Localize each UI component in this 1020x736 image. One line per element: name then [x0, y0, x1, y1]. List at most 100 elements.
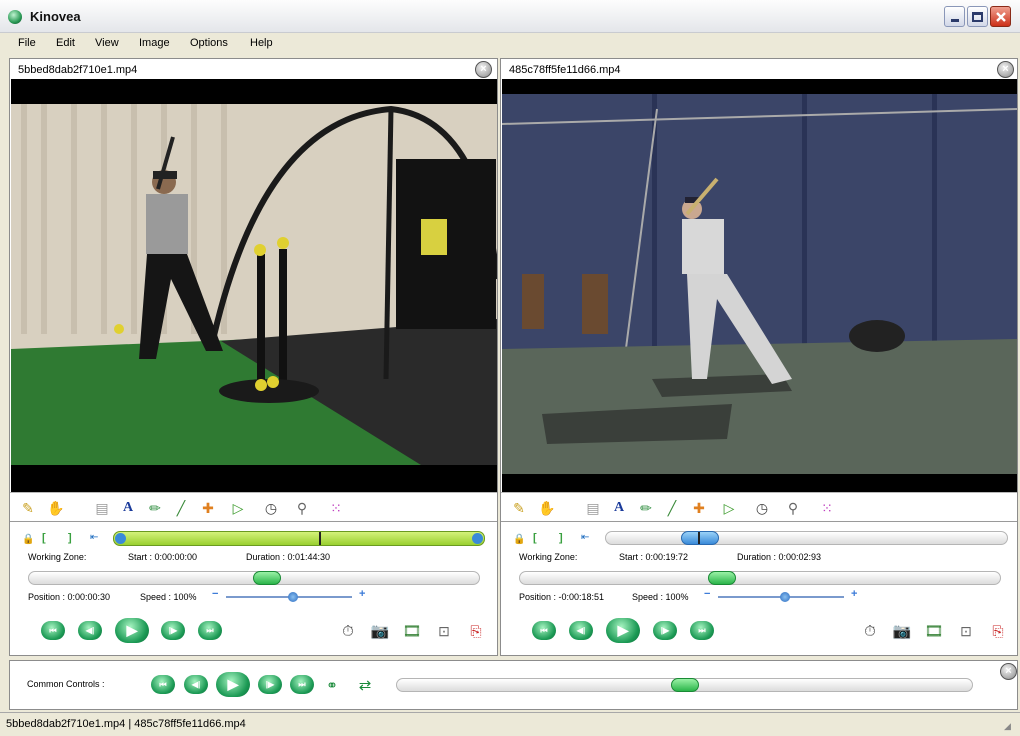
lock-icon[interactable]: 🔒 — [513, 534, 525, 545]
snapshot-button[interactable]: 📷 — [892, 621, 912, 641]
cross-tool-button[interactable]: ✚ — [691, 500, 707, 516]
speed-increase-button[interactable]: + — [851, 588, 857, 600]
set-zone-start-button[interactable]: [ — [533, 532, 537, 544]
chrono-tool-button[interactable]: ◷ — [263, 500, 279, 516]
menu-help[interactable]: Help — [250, 37, 273, 49]
magnifier-tool-button[interactable]: ⚲ — [785, 500, 801, 516]
last-frame-button[interactable]: ⏭ — [690, 621, 714, 640]
presentation-button[interactable]: ⊡ — [434, 621, 454, 641]
chrono-tool-button[interactable]: ◷ — [754, 500, 770, 516]
snapshot-button[interactable]: 📷 — [370, 621, 390, 641]
lock-icon[interactable]: 🔒 — [22, 534, 34, 545]
new-keyframe-button[interactable]: ✎ — [20, 500, 36, 516]
speed-decrease-button[interactable]: − — [704, 588, 710, 600]
color-profile-button[interactable]: ⁙ — [328, 500, 344, 516]
speed-label: Speed : 100% — [632, 592, 689, 602]
menu-file[interactable]: File — [18, 37, 36, 49]
video-viewport[interactable] — [11, 79, 497, 492]
position-thumb[interactable] — [253, 571, 282, 585]
menu-edit[interactable]: Edit — [56, 37, 75, 49]
set-zone-end-button[interactable]: ] — [559, 532, 563, 544]
pencil-tool-button[interactable]: ✏ — [638, 500, 654, 516]
resize-grip-icon[interactable]: ◢ — [1004, 721, 1011, 732]
set-zone-end-button[interactable]: ] — [68, 532, 72, 544]
pencil-tool-button[interactable]: ✏ — [147, 500, 163, 516]
reset-zone-button[interactable]: ⇤ — [90, 532, 98, 543]
text-tool-button[interactable]: A — [120, 500, 136, 516]
title-bar: Kinovea — [0, 0, 1020, 33]
save-video-button[interactable]: 🎞 — [924, 621, 944, 641]
set-zone-start-button[interactable]: [ — [42, 532, 46, 544]
speed-slider[interactable] — [226, 592, 352, 602]
timer-button[interactable]: ⏱ — [338, 621, 358, 641]
new-keyframe-button[interactable]: ✎ — [511, 500, 527, 516]
speed-increase-button[interactable]: + — [359, 588, 365, 600]
speed-thumb[interactable] — [780, 592, 790, 602]
line-tool-button[interactable]: ╱ — [664, 500, 680, 516]
color-profile-button[interactable]: ⁙ — [819, 500, 835, 516]
first-frame-button[interactable]: ⏮ — [41, 621, 65, 640]
export-pdf-button[interactable]: ⎘ — [466, 621, 486, 641]
play-icon: ▶ — [227, 676, 239, 692]
working-zone-range[interactable] — [681, 531, 719, 545]
menu-view[interactable]: View — [95, 37, 119, 49]
previous-frame-button[interactable]: ◀| — [78, 621, 102, 640]
comment-tool-button[interactable]: ▤ — [94, 500, 110, 516]
zone-duration: Duration : 0:00:02:93 — [737, 552, 822, 562]
working-zone-bar[interactable] — [113, 531, 485, 546]
speed-thumb[interactable] — [288, 592, 298, 602]
common-play-button[interactable]: ▶ — [216, 672, 250, 697]
menu-image[interactable]: Image — [139, 37, 170, 49]
hand-tool-button[interactable]: ✋ — [47, 500, 64, 516]
reset-zone-button[interactable]: ⇤ — [581, 532, 589, 543]
position-thumb[interactable] — [707, 571, 736, 585]
last-frame-button[interactable]: ⏭ — [198, 621, 222, 640]
export-pdf-button[interactable]: ⎘ — [988, 621, 1008, 641]
cross-tool-button[interactable]: ✚ — [200, 500, 216, 516]
save-video-button[interactable]: 🎞 — [402, 621, 422, 641]
close-player-button[interactable]: × — [475, 61, 492, 78]
video-viewport[interactable] — [502, 79, 1017, 492]
speed-slider[interactable] — [718, 592, 844, 602]
first-frame-button[interactable]: ⏮ — [532, 621, 556, 640]
play-button[interactable]: ▶ — [606, 618, 640, 643]
minimize-button[interactable] — [944, 6, 965, 27]
swap-button[interactable]: ⇄ — [355, 675, 375, 695]
previous-frame-button[interactable]: ◀| — [569, 621, 593, 640]
pdf-icon: ⎘ — [992, 622, 1004, 639]
hand-tool-button[interactable]: ✋ — [538, 500, 555, 516]
line-tool-button[interactable]: ╱ — [173, 500, 189, 516]
timer-button[interactable]: ⏱ — [860, 621, 880, 641]
common-previous-frame-button[interactable]: ◀| — [184, 675, 208, 694]
next-frame-button[interactable]: |▶ — [161, 621, 185, 640]
next-frame-button[interactable]: |▶ — [653, 621, 677, 640]
timer-icon: ⏱ — [342, 622, 354, 640]
presentation-button[interactable]: ⊡ — [956, 621, 976, 641]
speed-decrease-button[interactable]: − — [212, 588, 218, 600]
common-sync-thumb[interactable] — [670, 678, 699, 692]
maximize-button[interactable] — [967, 6, 988, 27]
zone-start-handle[interactable] — [115, 533, 126, 544]
close-common-controls-button[interactable]: × — [1000, 663, 1017, 680]
close-window-button[interactable] — [990, 6, 1011, 27]
drawing-toolbar: ✎ ✋ ▤ A ✏ ╱ ✚ ▷ ◷ ⚲ ⁙ — [501, 492, 1017, 521]
comment-tool-button[interactable]: ▤ — [585, 500, 601, 516]
zone-end-handle[interactable] — [472, 533, 483, 544]
magnifier-tool-button[interactable]: ⚲ — [294, 500, 310, 516]
magnifier-icon: ⚲ — [787, 499, 799, 516]
common-first-frame-button[interactable]: ⏮ — [151, 675, 175, 694]
close-player-button[interactable]: × — [997, 61, 1014, 78]
common-controls-label: Common Controls : — [27, 679, 105, 689]
sync-button[interactable]: ⚭ — [322, 675, 342, 695]
working-zone-bar[interactable] — [605, 531, 1008, 545]
play-button[interactable]: ▶ — [115, 618, 149, 643]
common-next-frame-button[interactable]: |▶ — [258, 675, 282, 694]
text-tool-button[interactable]: A — [611, 500, 627, 516]
angle-tool-button[interactable]: ▷ — [230, 500, 246, 516]
common-last-frame-button[interactable]: ⏭ — [290, 675, 314, 694]
position-slider[interactable] — [519, 571, 1001, 585]
menu-options[interactable]: Options — [190, 37, 228, 49]
angle-tool-button[interactable]: ▷ — [721, 500, 737, 516]
position-slider[interactable] — [28, 571, 480, 585]
common-sync-slider[interactable] — [396, 678, 973, 692]
